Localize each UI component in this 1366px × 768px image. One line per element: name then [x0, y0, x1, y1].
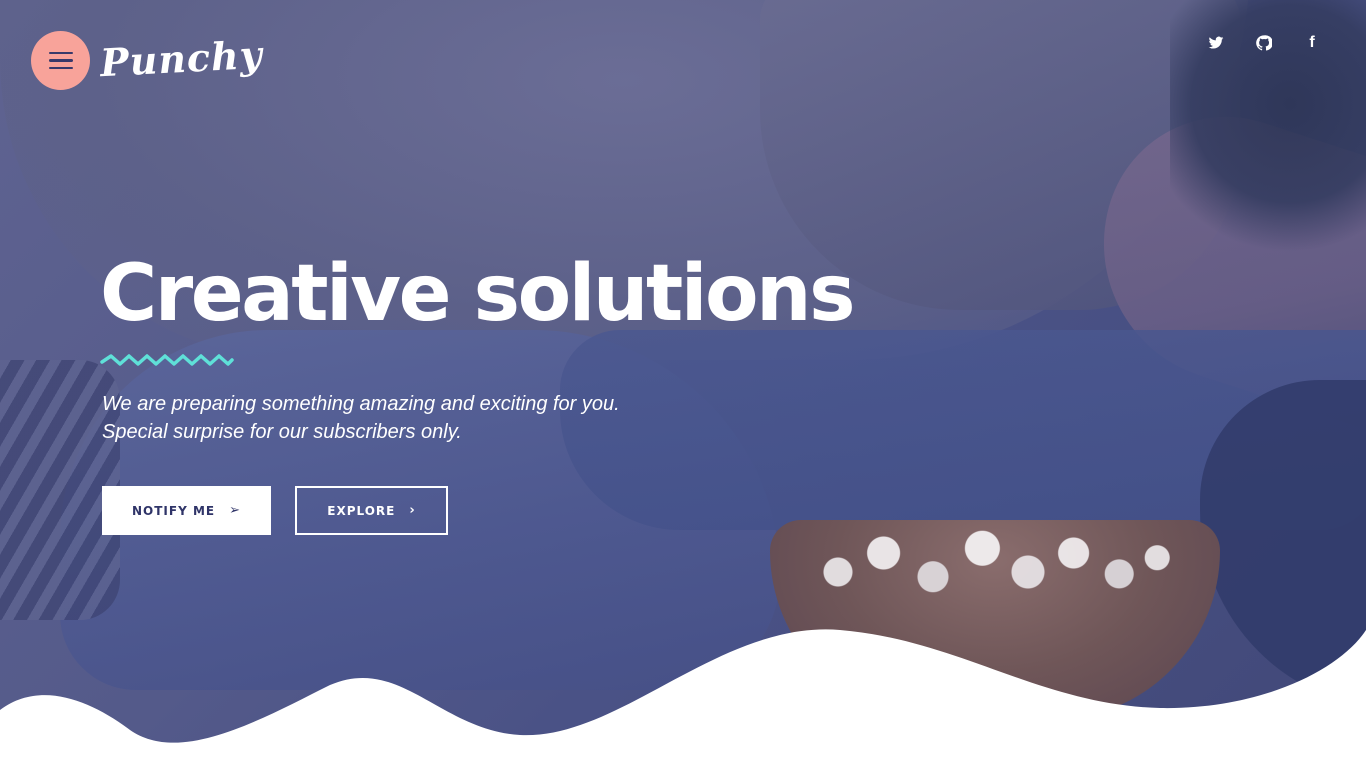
- hamburger-icon: [48, 51, 73, 70]
- twitter-link[interactable]: [1192, 33, 1240, 53]
- brand-logo[interactable]: Punchy: [99, 32, 264, 85]
- facebook-icon: f: [1309, 34, 1315, 51]
- hero-section: Punchy f Creative solutions We are prepa…: [0, 0, 1366, 768]
- hero-title: Creative solutions: [100, 249, 856, 339]
- notify-me-label: NOTIFY ME: [131, 503, 216, 518]
- explore-label: EXPLORE: [327, 503, 396, 518]
- menu-button[interactable]: [31, 31, 90, 90]
- zigzag-divider: [100, 354, 234, 366]
- subtitle-line-1: We are preparing something amazing and e…: [102, 393, 620, 415]
- subtitle-line-2: Special surprise for our subscribers onl…: [102, 421, 462, 443]
- hero-subtitle: We are preparing something amazing and e…: [102, 390, 620, 446]
- github-icon: [1256, 35, 1272, 51]
- social-links: f: [1192, 33, 1336, 53]
- twitter-icon: [1208, 36, 1224, 49]
- bottom-wave-shape: [0, 629, 1366, 768]
- explore-button[interactable]: EXPLORE ›: [295, 486, 448, 535]
- facebook-link[interactable]: f: [1288, 33, 1336, 53]
- send-arrow-icon: ➢: [229, 503, 241, 518]
- github-link[interactable]: [1240, 33, 1288, 53]
- chevron-right-icon: ›: [409, 503, 416, 518]
- background-photo-popcorn: [800, 515, 1180, 610]
- notify-me-button[interactable]: NOTIFY ME ➢: [102, 486, 271, 535]
